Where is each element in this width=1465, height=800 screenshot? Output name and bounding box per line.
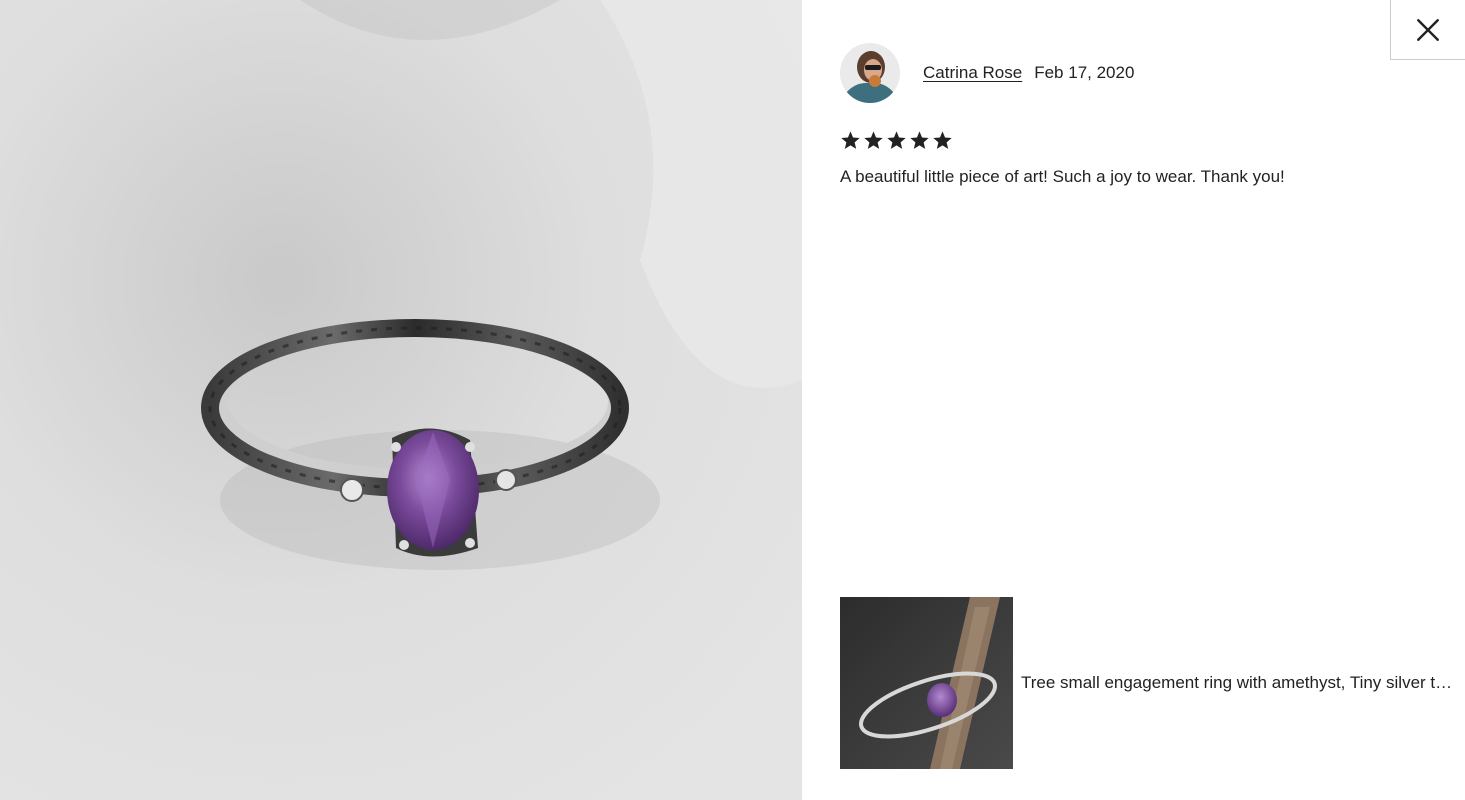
star-icon [933,131,952,149]
review-photo-modal: Catrina Rose Feb 17, 2020 A beautiful li… [0,0,1465,800]
review-details-panel: Catrina Rose Feb 17, 2020 A beautiful li… [802,0,1465,800]
avatar-image [840,43,900,103]
listing-thumbnail[interactable] [840,597,1013,769]
star-rating [840,130,953,151]
close-button[interactable] [1390,0,1465,60]
review-photo [0,0,802,800]
listing-title[interactable]: Tree small engagement ring with amethyst… [1021,673,1453,693]
review-date: Feb 17, 2020 [1034,63,1135,82]
avatar[interactable] [840,43,900,103]
star-icon [841,131,860,149]
listing-thumbnail-image [840,597,1013,769]
reviewer-info: Catrina Rose Feb 17, 2020 [840,43,1134,103]
star-icon [864,131,883,149]
review-text: A beautiful little piece of art! Such a … [840,167,1285,186]
reviewer-name-link[interactable]: Catrina Rose [923,63,1022,83]
close-icon [1417,18,1439,41]
ring-photo-image [0,0,802,800]
listing-link[interactable]: Tree small engagement ring with amethyst… [840,597,1453,769]
star-icon [910,131,929,149]
star-icon [887,131,906,149]
